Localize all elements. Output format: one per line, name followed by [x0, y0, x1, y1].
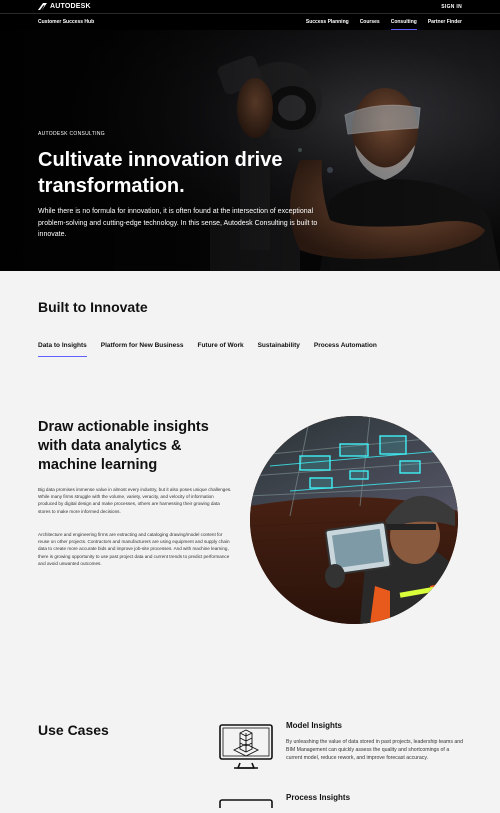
tab-sustainability[interactable]: Sustainability	[258, 342, 300, 357]
nav-courses[interactable]: Courses	[360, 14, 380, 30]
section-title: Built to Innovate	[38, 299, 148, 315]
hero-description: While there is no formula for innovation…	[38, 208, 318, 238]
autodesk-logo[interactable]: AUTODESK	[38, 3, 91, 10]
feature-paragraph: Architecture and engineering firms are e…	[38, 532, 230, 566]
feature-paragraph: Big data promises immense value in almos…	[38, 487, 232, 514]
nav-success-planning[interactable]: Success Planning	[306, 14, 349, 30]
innovation-tabs: Data to Insights Platform for New Busine…	[38, 342, 377, 357]
feature-title: Draw actionable insights with data analy…	[38, 419, 209, 473]
use-case-title: Model Insights	[286, 721, 342, 730]
nav-consulting[interactable]: Consulting	[390, 14, 417, 30]
tab-platform-new-business[interactable]: Platform for New Business	[101, 342, 184, 357]
hero-banner: AUTODESK CONSULTING Cultivate innovation…	[0, 30, 500, 271]
tab-data-to-insights[interactable]: Data to Insights	[38, 342, 87, 357]
feature-image	[250, 416, 458, 624]
use-case-title: Process Insights	[286, 793, 351, 802]
autodesk-logo-icon	[38, 3, 47, 10]
hero-title: Cultivate innovation drive transformatio…	[38, 149, 283, 197]
top-bar: AUTODESK SIGN IN	[0, 0, 500, 13]
subnav-links: Success Planning Courses Consulting Part…	[306, 14, 462, 30]
tab-future-of-work[interactable]: Future of Work	[197, 342, 243, 357]
use-case-description: By unleashing the value of data stored i…	[286, 739, 464, 761]
hero-eyebrow: AUTODESK CONSULTING	[38, 131, 105, 137]
sub-navigation: Customer Success Hub Success Planning Co…	[0, 13, 500, 30]
hub-title[interactable]: Customer Success Hub	[38, 19, 94, 25]
use-cases-title: Use Cases	[38, 722, 109, 738]
tab-process-automation[interactable]: Process Automation	[314, 342, 377, 357]
monitor-icon	[218, 795, 274, 813]
monitor-building-icon	[218, 723, 274, 776]
sign-in-link[interactable]: SIGN IN	[441, 4, 462, 10]
nav-partner-finder[interactable]: Partner Finder	[428, 14, 462, 30]
brand-name: AUTODESK	[50, 3, 91, 10]
worker-ar-illustration	[250, 416, 458, 624]
